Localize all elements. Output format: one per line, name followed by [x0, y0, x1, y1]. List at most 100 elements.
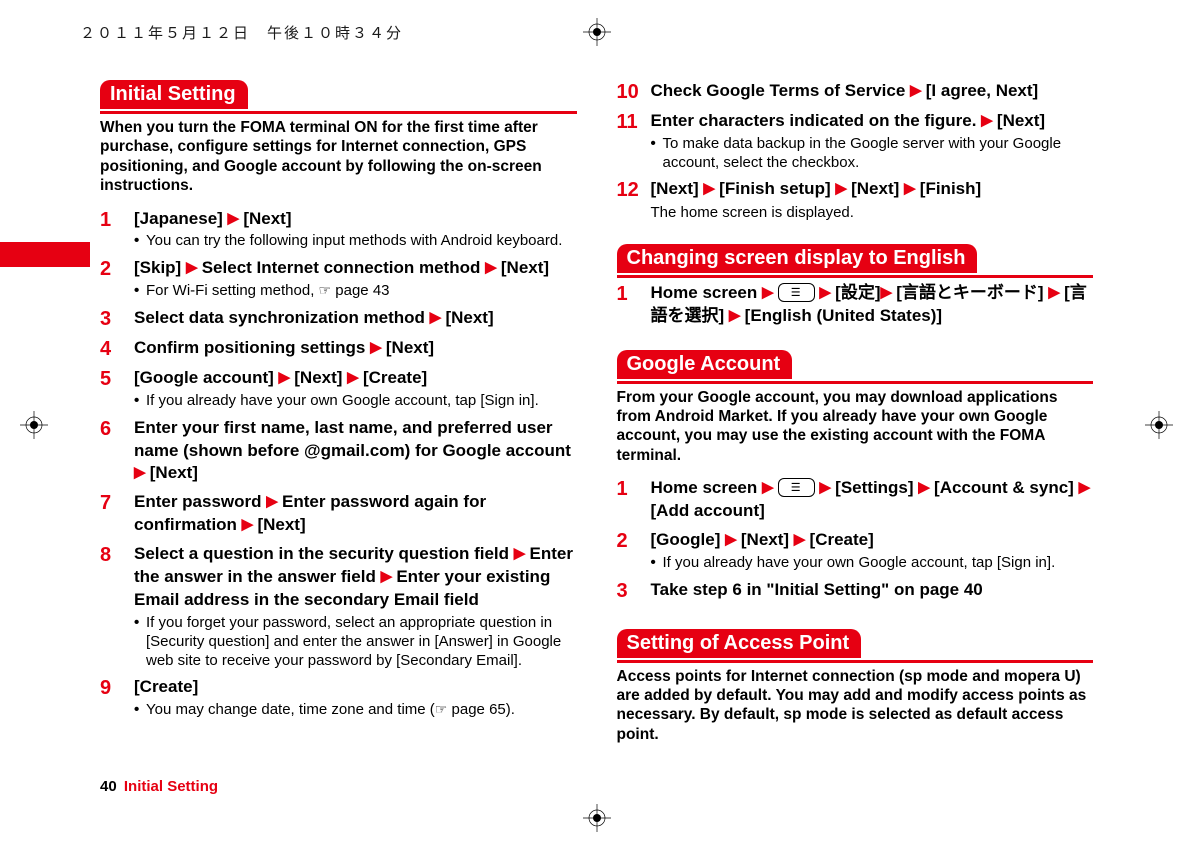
step-note: You can try the following input methods … — [134, 232, 577, 251]
step-text-fragment: [Settings] — [830, 478, 918, 497]
step-text-fragment: [English (United States)] — [740, 306, 942, 325]
registration-mark-left — [20, 411, 48, 439]
step: 12[Next] ▶ [Finish setup] ▶ [Next] ▶ [Fi… — [617, 178, 1094, 223]
step-text-fragment: For Wi-Fi setting method, — [146, 282, 319, 299]
step-text: Home screen ▶ ▶ [設定]▶ [言語とキーボード] ▶ [言語を選… — [651, 282, 1094, 328]
step-text-fragment: [Next] — [651, 179, 704, 198]
arrow-icon: ▶ — [242, 516, 253, 533]
step-text: Select data synchronization method ▶ [Ne… — [134, 307, 577, 330]
step-number: 8 — [100, 543, 134, 670]
step: 2[Skip] ▶ Select Internet connection met… — [100, 257, 577, 301]
step-text-fragment: [Next] — [253, 515, 306, 534]
step-text-fragment: [Next] — [145, 463, 198, 482]
step-text: Enter your first name, last name, and pr… — [134, 417, 577, 486]
step-note: You may change date, time zone and time … — [134, 701, 577, 720]
arrow-icon: ▶ — [918, 479, 929, 496]
arrow-icon: ▶ — [910, 82, 921, 99]
step: 11Enter characters indicated on the figu… — [617, 110, 1094, 172]
footer-section: Initial Setting — [124, 778, 218, 795]
step-body: Enter characters indicated on the figure… — [651, 110, 1094, 172]
step-text-fragment: [Account & sync] — [929, 478, 1078, 497]
step-body: [Create]You may change date, time zone a… — [134, 676, 577, 720]
step-text-fragment: [言語とキーボード] — [892, 283, 1049, 302]
step-text-fragment: [Next] — [441, 308, 494, 327]
step-text-fragment: [Skip] — [134, 258, 186, 277]
step-text-fragment: You may change date, time zone and time … — [146, 701, 435, 718]
arrow-icon: ▶ — [370, 339, 381, 356]
step-text: Check Google Terms of Service ▶ [I agree… — [651, 80, 1094, 103]
step-number: 3 — [617, 579, 651, 603]
arrow-icon: ▶ — [762, 284, 773, 301]
arrow-icon: ▶ — [904, 180, 915, 197]
step-text: Take step 6 in "Initial Setting" on page… — [651, 579, 1094, 602]
step-text-fragment: [Next] — [239, 209, 292, 228]
intro-google: From your Google account, you may downlo… — [617, 388, 1094, 466]
step: 3Take step 6 in "Initial Setting" on pag… — [617, 579, 1094, 603]
step-number: 11 — [617, 110, 651, 172]
step-number: 6 — [100, 417, 134, 486]
arrow-icon: ▶ — [134, 464, 145, 481]
side-tab — [0, 242, 90, 267]
arrow-icon: ▶ — [725, 531, 736, 548]
arrow-icon: ▶ — [794, 531, 805, 548]
step-number: 1 — [100, 208, 134, 252]
step-body: Take step 6 in "Initial Setting" on page… — [651, 579, 1094, 603]
step-text-fragment: [Finish] — [915, 179, 981, 198]
step-text-fragment: [Next] — [992, 111, 1045, 130]
step-text-fragment: Select a question in the security questi… — [134, 544, 514, 563]
step-text-fragment: page 43 — [331, 282, 389, 299]
step-body: Select data synchronization method ▶ [Ne… — [134, 307, 577, 331]
step-text: Home screen ▶ ▶ [Settings] ▶ [Account & … — [651, 477, 1094, 523]
step-note: To make data backup in the Google server… — [651, 135, 1094, 173]
step-body: Home screen ▶ ▶ [Settings] ▶ [Account & … — [651, 477, 1094, 523]
step-note: If you forget your password, select an a… — [134, 614, 577, 670]
step-number: 4 — [100, 337, 134, 361]
page-footer: 40 Initial Setting — [100, 778, 218, 795]
step-number: 3 — [100, 307, 134, 331]
step: 1Home screen ▶ ▶ [Settings] ▶ [Account &… — [617, 477, 1094, 523]
arrow-icon: ▶ — [981, 112, 992, 129]
menu-button-icon — [778, 283, 815, 302]
step-text: Confirm positioning settings ▶ [Next] — [134, 337, 577, 360]
step-number: 7 — [100, 491, 134, 537]
left-column: Initial Setting When you turn the FOMA t… — [100, 80, 577, 795]
section-rule — [100, 111, 577, 114]
step-text-fragment: [Next] — [496, 258, 549, 277]
step: 1Home screen ▶ ▶ [設定]▶ [言語とキーボード] ▶ [言語を… — [617, 282, 1094, 328]
step: 10Check Google Terms of Service ▶ [I agr… — [617, 80, 1094, 104]
arrow-icon: ▶ — [347, 369, 358, 386]
step: 7Enter password ▶ Enter password again f… — [100, 491, 577, 537]
arrow-icon: ▶ — [835, 180, 846, 197]
step: 4Confirm positioning settings ▶ [Next] — [100, 337, 577, 361]
step-text-fragment: Confirm positioning settings — [134, 338, 370, 357]
arrow-icon: ▶ — [1079, 479, 1090, 496]
arrow-icon: ▶ — [514, 545, 525, 562]
step-number: 2 — [100, 257, 134, 301]
arrow-icon: ▶ — [762, 479, 773, 496]
step-text-fragment: Check Google Terms of Service — [651, 81, 911, 100]
step-number: 9 — [100, 676, 134, 720]
arrow-icon: ▶ — [381, 568, 392, 585]
step-text: [Google account] ▶ [Next] ▶ [Create] — [134, 367, 577, 390]
menu-button-icon — [778, 478, 815, 497]
section-rule — [617, 275, 1094, 278]
arrow-icon: ▶ — [228, 210, 239, 227]
step-plain-note: The home screen is displayed. — [651, 203, 1094, 223]
arrow-icon: ▶ — [819, 479, 830, 496]
registration-mark-top — [583, 18, 611, 46]
step: 6Enter your first name, last name, and p… — [100, 417, 577, 486]
step-text-fragment: [設定] — [830, 283, 880, 302]
step-body: Check Google Terms of Service ▶ [I agree… — [651, 80, 1094, 104]
step-text-fragment: Home screen — [651, 283, 763, 302]
intro-access: Access points for Internet connection (s… — [617, 667, 1094, 745]
step-number: 1 — [617, 282, 651, 328]
step: 8Select a question in the security quest… — [100, 543, 577, 670]
step-text-fragment: [Next] — [290, 368, 348, 387]
step-text-fragment: [Japanese] — [134, 209, 228, 228]
step-text-fragment: [Create] — [358, 368, 427, 387]
section-rule — [617, 660, 1094, 663]
step-text: [Skip] ▶ Select Internet connection meth… — [134, 257, 577, 280]
page-ref-icon: ☞ — [319, 282, 332, 300]
step-text-fragment: Select data synchronization method — [134, 308, 430, 327]
page-number: 40 — [100, 778, 117, 795]
